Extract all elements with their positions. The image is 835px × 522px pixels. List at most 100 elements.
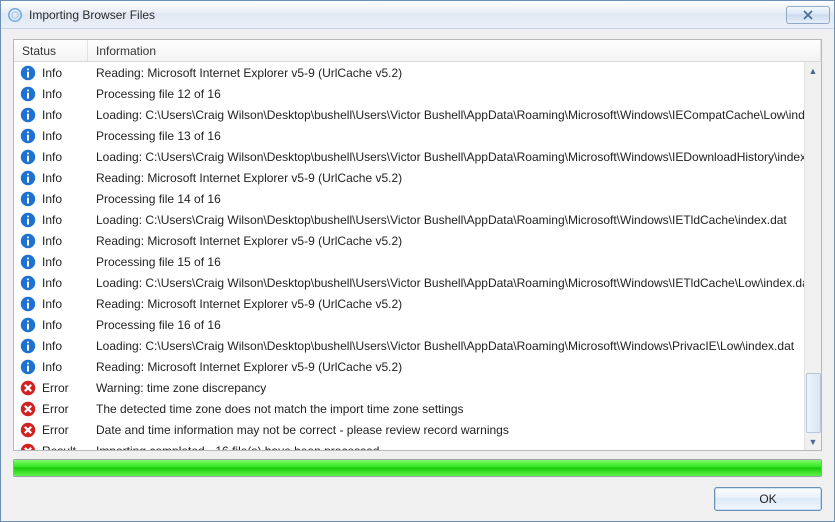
status-cell: Info xyxy=(14,317,88,333)
window-title: Importing Browser Files xyxy=(29,8,786,22)
list-item[interactable]: Info Loading: C:\Users\Craig Wilson\Deskt… xyxy=(14,335,821,356)
list-item[interactable]: Info Processing file 15 of 16 xyxy=(14,251,821,272)
list-item[interactable]: InfoProcessing file 16 of 16 xyxy=(14,314,821,335)
status-text: Info xyxy=(42,276,62,290)
status-cell: Error xyxy=(14,380,88,396)
list-body: InfoReading: Microsoft Internet Explorer… xyxy=(14,62,821,450)
status-text: Info xyxy=(42,87,62,101)
list-item[interactable]: Info Processing file 12 of 16 xyxy=(14,83,821,104)
status-cell: Info xyxy=(14,191,88,207)
information-cell: Reading: Microsoft Internet Explorer v5-… xyxy=(88,360,821,374)
status-text: Info xyxy=(42,339,62,353)
status-text: Error xyxy=(42,402,69,416)
information-cell: Warning: time zone discrepancy xyxy=(88,381,821,395)
scroll-up-arrow[interactable]: ▲ xyxy=(805,62,822,79)
info-icon xyxy=(20,296,36,312)
information-cell: Processing file 13 of 16 xyxy=(88,129,821,143)
status-cell: Info xyxy=(14,65,88,81)
information-cell: Processing file 16 of 16 xyxy=(88,318,821,332)
close-button[interactable] xyxy=(786,6,830,24)
list-item[interactable]: Info Loading: C:\Users\Craig Wilson\Deskt… xyxy=(14,104,821,125)
progress-fill xyxy=(14,460,821,476)
error-icon xyxy=(20,401,36,417)
title-bar: Importing Browser Files xyxy=(1,1,834,29)
list-item[interactable]: Info Reading: Microsoft Internet Explorer… xyxy=(14,62,821,83)
information-cell: Loading: C:\Users\Craig Wilson\Desktop\b… xyxy=(88,213,821,227)
status-cell: Info xyxy=(14,296,88,312)
information-cell: Processing file 15 of 16 xyxy=(88,255,821,269)
information-cell: Reading: Microsoft Internet Explorer v5-… xyxy=(88,66,821,80)
information-cell: Date and time information may not be cor… xyxy=(88,423,821,437)
status-cell: Info xyxy=(14,212,88,228)
information-cell: Importing completed - 16 file(s) have be… xyxy=(88,444,821,451)
scroll-down-arrow[interactable]: ▼ xyxy=(805,433,822,450)
list-rows[interactable]: InfoReading: Microsoft Internet Explorer… xyxy=(14,62,821,450)
vertical-scrollbar[interactable]: ▲ ▼ xyxy=(804,62,821,450)
info-icon xyxy=(20,275,36,291)
ok-button[interactable]: OK xyxy=(714,487,822,511)
info-icon xyxy=(20,317,36,333)
information-cell: Reading: Microsoft Internet Explorer v5-… xyxy=(88,297,821,311)
column-header-status[interactable]: Status xyxy=(14,40,88,61)
column-headers: Status Information xyxy=(14,40,821,62)
list-item[interactable]: Info Loading: C:\Users\Craig Wilson\Deskt… xyxy=(14,209,821,230)
error-icon xyxy=(20,380,36,396)
information-cell: Loading: C:\Users\Craig Wilson\Desktop\b… xyxy=(88,150,821,164)
information-cell: Processing file 14 of 16 xyxy=(88,192,821,206)
info-icon xyxy=(20,128,36,144)
list-item[interactable]: InfoReading: Microsoft Internet Explorer… xyxy=(14,293,821,314)
status-text: Info xyxy=(42,129,62,143)
info-icon xyxy=(20,359,36,375)
status-cell: Result xyxy=(14,443,88,451)
status-text: Info xyxy=(42,360,62,374)
status-text: Info xyxy=(42,192,62,206)
status-text: Error xyxy=(42,381,69,395)
status-cell: Info xyxy=(14,86,88,102)
scroll-thumb[interactable] xyxy=(806,373,821,433)
info-icon xyxy=(20,170,36,186)
info-icon xyxy=(20,65,36,81)
list-item[interactable]: Result Importing completed - 16 file(s) h… xyxy=(14,440,821,450)
info-icon xyxy=(20,107,36,123)
info-icon xyxy=(20,86,36,102)
information-cell: Loading: C:\Users\Craig Wilson\Desktop\b… xyxy=(88,339,821,353)
client-area: Status Information InfoReading: Microsof… xyxy=(1,29,834,521)
list-item[interactable]: Info Loading: C:\Users\Craig Wilson\Deskt… xyxy=(14,146,821,167)
status-cell: Info xyxy=(14,338,88,354)
app-icon xyxy=(7,7,23,23)
status-cell: Info xyxy=(14,275,88,291)
status-cell: Error xyxy=(14,401,88,417)
list-item[interactable]: Info Processing file 13 of 16 xyxy=(14,125,821,146)
status-text: Info xyxy=(42,66,62,80)
progress-bar xyxy=(13,459,822,477)
list-item[interactable]: InfoReading: Microsoft Internet Explorer… xyxy=(14,167,821,188)
status-text: Result xyxy=(42,444,76,451)
list-item[interactable]: Error Warning: time zone discrepancy xyxy=(14,377,821,398)
information-cell: Loading: C:\Users\Craig Wilson\Desktop\b… xyxy=(88,108,821,122)
status-cell: Info xyxy=(14,359,88,375)
status-text: Info xyxy=(42,150,62,164)
status-cell: Info xyxy=(14,233,88,249)
error-icon xyxy=(20,422,36,438)
column-header-information[interactable]: Information xyxy=(88,40,821,61)
log-list: Status Information InfoReading: Microsof… xyxy=(13,39,822,451)
status-text: Info xyxy=(42,255,62,269)
information-cell: Reading: Microsoft Internet Explorer v5-… xyxy=(88,171,821,185)
info-icon xyxy=(20,338,36,354)
status-text: Info xyxy=(42,213,62,227)
status-text: Info xyxy=(42,234,62,248)
information-cell: Loading: C:\Users\Craig Wilson\Desktop\b… xyxy=(88,276,821,290)
information-cell: Processing file 12 of 16 xyxy=(88,87,821,101)
list-item[interactable]: Error The detected time zone does not mat… xyxy=(14,398,821,419)
info-icon xyxy=(20,149,36,165)
status-text: Info xyxy=(42,108,62,122)
list-item[interactable]: Info Reading: Microsoft Internet Explorer… xyxy=(14,230,821,251)
list-item[interactable]: Info Loading: C:\Users\Craig Wilson\Deskt… xyxy=(14,272,821,293)
information-cell: The detected time zone does not match th… xyxy=(88,402,821,416)
list-item[interactable]: Info Processing file 14 of 16 xyxy=(14,188,821,209)
information-cell: Reading: Microsoft Internet Explorer v5-… xyxy=(88,234,821,248)
list-item[interactable]: Info Reading: Microsoft Internet Explorer… xyxy=(14,356,821,377)
status-cell: Error xyxy=(14,422,88,438)
list-item[interactable]: ErrorDate and time information may not b… xyxy=(14,419,821,440)
info-icon xyxy=(20,233,36,249)
